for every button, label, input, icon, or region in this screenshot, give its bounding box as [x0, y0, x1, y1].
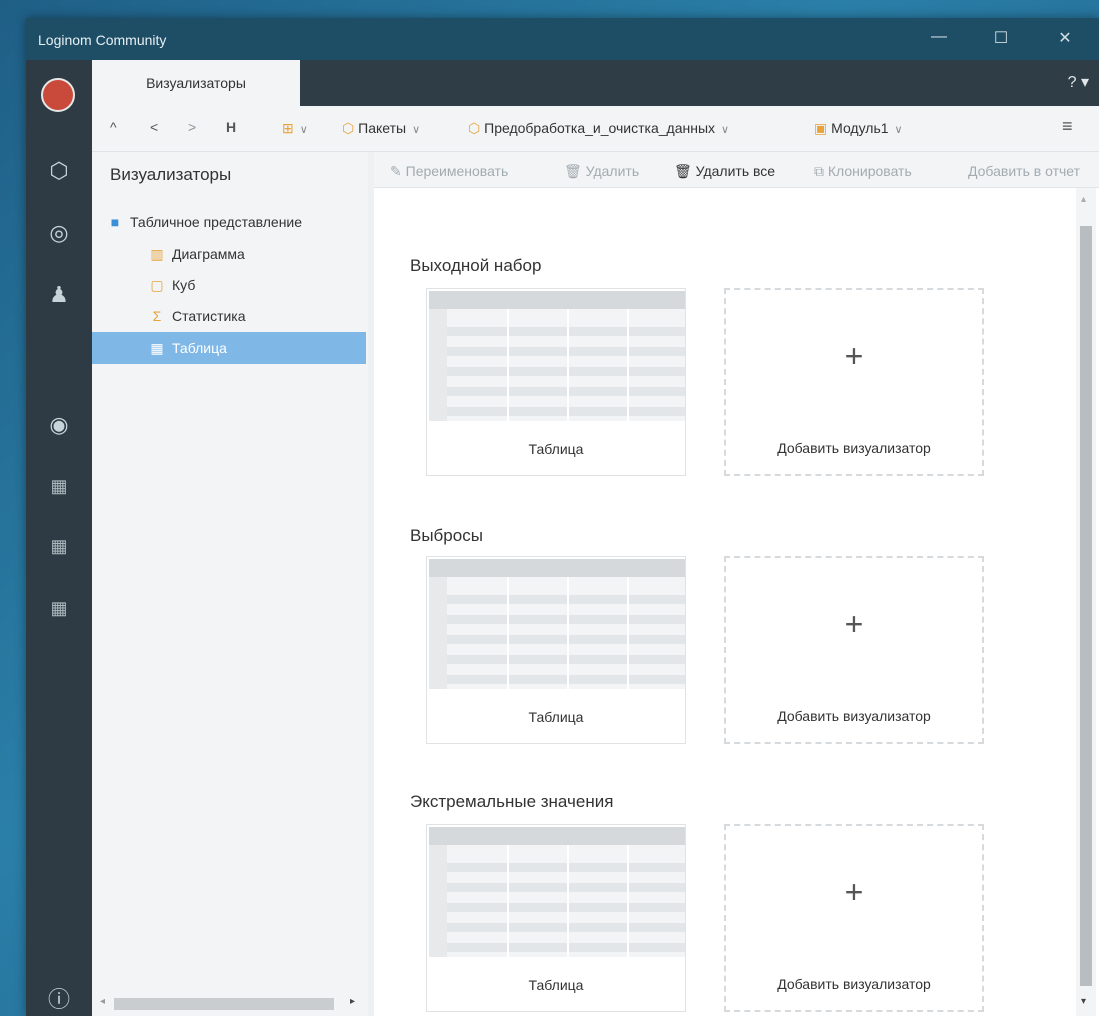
- add-to-report-button[interactable]: Добавить в отчет: [968, 163, 1080, 179]
- scroll-thumb[interactable]: [1080, 226, 1092, 986]
- card-label: Таблица: [528, 709, 584, 725]
- trash-icon: 🗑: [564, 163, 582, 179]
- scroll-left-icon[interactable]: ◂: [100, 996, 105, 1007]
- help-icon[interactable]: ? ▾: [1068, 72, 1089, 92]
- trash-all-icon: 🗑: [674, 163, 692, 179]
- horizontal-scrollbar[interactable]: ◂ ▸: [92, 990, 368, 1016]
- tree-item-chart[interactable]: ▥ Диаграмма: [148, 246, 244, 263]
- panel-title: Визуализаторы: [110, 165, 232, 184]
- action-bar: ✎ Переименовать 🗑 Удалить 🗑 Удалить все …: [374, 152, 1099, 188]
- visualizers-main-area: ✎ Переименовать 🗑 Удалить 🗑 Удалить все …: [374, 152, 1099, 1016]
- section-title-outliers: Выбросы: [410, 526, 483, 545]
- table-icon: ▦: [150, 340, 164, 356]
- scroll-down-icon[interactable]: ▾: [1081, 996, 1086, 1007]
- maximize-button[interactable]: ☐: [986, 28, 1016, 48]
- cube-icon: ▢: [150, 277, 164, 293]
- tab-visualizers[interactable]: Визуализаторы: [92, 60, 300, 106]
- close-button[interactable]: ✕: [1050, 28, 1080, 48]
- package-icon: ⬡: [342, 120, 355, 136]
- breadcrumb-module[interactable]: ▣ Модуль1 ∨: [814, 120, 903, 137]
- vertical-scrollbar[interactable]: ▴ ▾: [1076, 188, 1096, 1016]
- table-thumbnail: [429, 827, 685, 957]
- scroll-right-icon[interactable]: ▸: [350, 996, 355, 1007]
- delete-all-button[interactable]: 🗑 Удалить все: [674, 163, 775, 180]
- chart-icon: ▥: [150, 246, 164, 262]
- plus-icon: +: [844, 338, 864, 374]
- add-visualizer-label: Добавить визуализатор: [777, 440, 931, 456]
- rename-button[interactable]: ✎ Переименовать: [390, 163, 508, 180]
- clone-button[interactable]: ⧉ Клонировать: [814, 163, 912, 180]
- scroll-up-icon[interactable]: ▴: [1081, 194, 1086, 205]
- tree-selection-highlight: [92, 332, 366, 364]
- tree-item-cube[interactable]: ▢ Куб: [148, 277, 195, 294]
- breadcrumb-packages[interactable]: ⬡ Пакеты ∨: [342, 120, 420, 137]
- toolbar: ^ < > H ⊞ ∨ ⬡ Пакеты ∨ ⬡ Предобработка_и_о…: [92, 106, 1099, 152]
- statistics-icon: Σ: [152, 308, 162, 324]
- breadcrumb-preprocessing[interactable]: ⬡ Предобработка_и_очистка_данных ∨: [468, 120, 729, 137]
- visualizer-card-table[interactable]: Таблица: [426, 824, 686, 1012]
- user-settings-icon[interactable]: ♟: [26, 282, 92, 308]
- add-visualizer-card[interactable]: + Добавить визуализатор: [724, 824, 984, 1012]
- section-title-output: Выходной набор: [410, 256, 542, 275]
- hierarchy-icon: ⊞: [282, 120, 294, 136]
- save-icon[interactable]: H: [226, 119, 236, 135]
- window-title: Loginom Community: [38, 32, 167, 48]
- module-icon: ▣: [814, 120, 828, 136]
- tab-bar: Визуализаторы ? ▾: [92, 60, 1099, 106]
- add-visualizer-label: Добавить визуализатор: [777, 708, 931, 724]
- table-icon[interactable]: ▦: [26, 598, 92, 619]
- visualizer-card-table[interactable]: Таблица: [426, 288, 686, 476]
- visualizer-card-table[interactable]: Таблица: [426, 556, 686, 744]
- avatar[interactable]: [41, 78, 75, 112]
- add-visualizer-card[interactable]: + Добавить визуализатор: [724, 288, 984, 476]
- pencil-icon: ✎: [390, 163, 402, 179]
- table-icon[interactable]: ▦: [26, 476, 92, 497]
- tree-item-statistics[interactable]: Σ Статистика: [148, 308, 246, 324]
- forward-button[interactable]: >: [188, 119, 196, 135]
- plus-icon: +: [844, 606, 864, 642]
- table-thumbnail: [429, 559, 685, 689]
- table-icon[interactable]: ▦: [26, 536, 92, 557]
- info-icon[interactable]: ⓘ: [26, 982, 92, 1014]
- card-label: Таблица: [528, 441, 584, 457]
- minimize-button[interactable]: —: [924, 28, 954, 46]
- delete-button[interactable]: 🗑 Удалить: [564, 163, 639, 180]
- compass-icon[interactable]: ◎: [26, 220, 92, 246]
- table-thumbnail: [429, 291, 685, 421]
- add-visualizer-card[interactable]: + Добавить визуализатор: [724, 556, 984, 744]
- plus-icon: +: [844, 874, 864, 910]
- title-bar: Loginom Community — ☐ ✕: [26, 18, 1099, 60]
- visualizer-eye-icon[interactable]: ◉: [26, 412, 92, 438]
- app-window: Loginom Community — ☐ ✕ ⬡ ◎ ♟ ◉ ▦ ▦ ▦ ⓘ …: [26, 18, 1099, 1016]
- left-rail: ⬡ ◎ ♟ ◉ ▦ ▦ ▦ ⓘ: [26, 60, 92, 1016]
- up-button[interactable]: ^: [110, 119, 117, 135]
- card-label: Таблица: [528, 977, 584, 993]
- clone-icon: ⧉: [814, 163, 824, 179]
- tree-root-table-view[interactable]: ■ Табличное представление: [106, 214, 302, 230]
- back-button[interactable]: <: [150, 119, 158, 135]
- section-title-extremes: Экстремальные значения: [410, 792, 614, 811]
- add-visualizer-label: Добавить визуализатор: [777, 976, 931, 992]
- tree-item-table[interactable]: ▦ Таблица: [148, 340, 227, 357]
- folder-icon: ■: [110, 214, 120, 230]
- package-icon[interactable]: ⬡: [26, 158, 92, 184]
- menu-icon[interactable]: ≡: [1062, 116, 1073, 137]
- hierarchy-dropdown[interactable]: ⊞ ∨: [282, 120, 308, 137]
- package-icon: ⬡: [468, 120, 481, 136]
- scroll-thumb[interactable]: [114, 998, 334, 1010]
- visualizers-tree-panel: Визуализаторы ■ Табличное представление ▥…: [92, 152, 368, 1016]
